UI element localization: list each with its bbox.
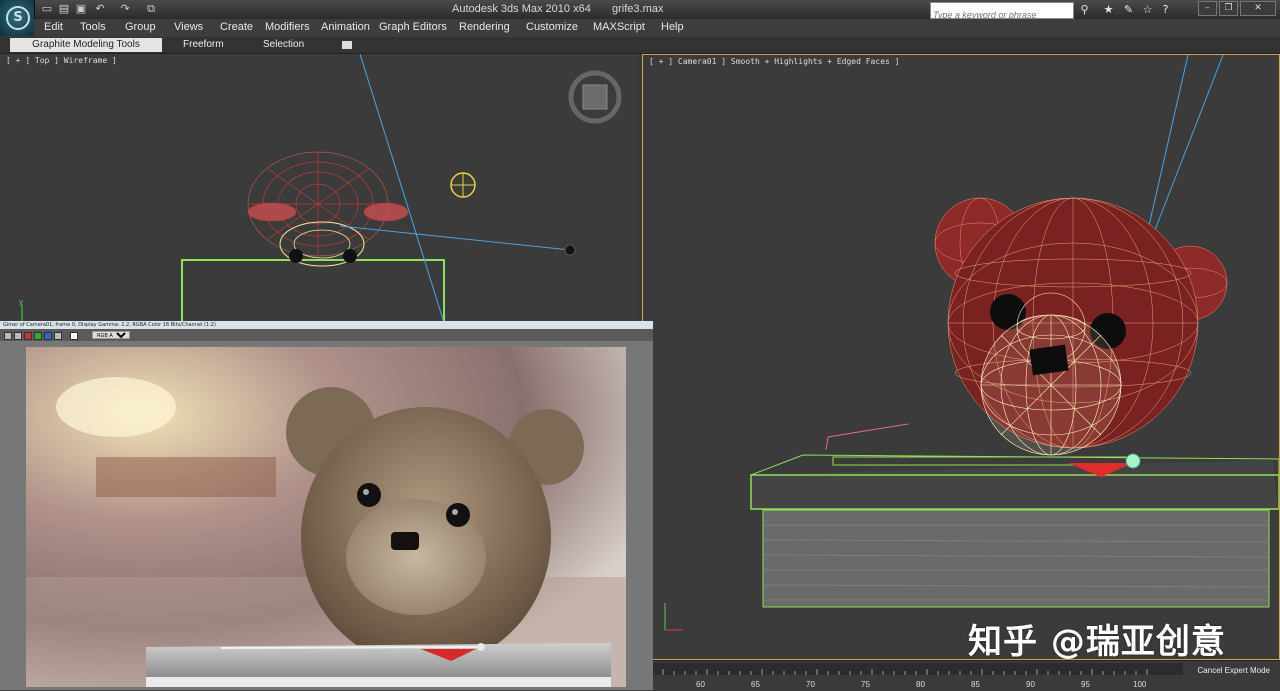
timeline-tick: 75 [861,680,870,689]
bear-nose [1029,344,1069,376]
search-box[interactable] [930,2,1074,23]
blue-channel-icon[interactable] [44,332,52,340]
timeline-tick: 95 [1081,680,1090,689]
timeline-ruler [653,663,1183,675]
light-icon [450,172,476,198]
copy-image-icon[interactable] [14,332,22,340]
undo-icon[interactable]: ↶ [93,2,107,16]
rendered-frame-window[interactable]: Gimer of Camera01, frame 0, Display Gamm… [0,321,653,690]
viewport-camera-label[interactable]: [ + ] Camera01 ] Smooth + Highlights + E… [649,57,899,66]
timeline-tick: 60 [696,680,705,689]
menu-modifiers[interactable]: Modifiers [265,21,310,33]
rendered-image [26,347,626,687]
viewcube-icon [568,70,622,124]
menu-rendering[interactable]: Rendering [459,21,510,33]
green-channel-icon[interactable] [34,332,42,340]
menu-customize[interactable]: Customize [526,21,578,33]
menu-group[interactable]: Group [125,21,156,33]
frame-window-title: Gimer of Camera01, frame 0, Display Gamm… [0,321,653,329]
watermark: 知乎 @瑞亚创意 [968,622,1226,662]
restore-button[interactable]: ❐ [1219,1,1238,16]
tab-selection[interactable]: Selection [263,38,304,52]
timeline-tick: 70 [806,680,815,689]
help-icon[interactable]: ? [1158,2,1173,17]
red-channel-icon[interactable] [24,332,32,340]
tab-freeform[interactable]: Freeform [183,38,224,52]
clear-icon[interactable] [70,332,78,340]
menu-animation[interactable]: Animation [321,21,370,33]
display-channel-select[interactable]: RGB Alpha [92,331,130,339]
title-bar: S ▭ ▤ ▣ ↶ ↷ ⧉ Autodesk 3ds Max 2010 x64 … [0,0,1280,36]
menu-edit[interactable]: Edit [44,21,63,33]
menu-views[interactable]: Views [174,21,203,33]
minimize-button[interactable]: – [1198,1,1217,16]
open-icon[interactable]: ▤ [57,2,71,16]
bear-wire-top [247,151,409,257]
camera-scene [664,55,1279,631]
close-button[interactable]: ✕ [1240,1,1276,16]
camera-target-icon [564,244,576,256]
save-image-icon[interactable] [4,332,12,340]
redo-icon[interactable]: ↷ [118,2,132,16]
menu-create[interactable]: Create [220,21,253,33]
new-icon[interactable]: ▭ [40,2,54,16]
svg-text:y: y [19,298,23,306]
menu-bar: Edit Tools Group Views Create Modifiers … [34,19,1280,37]
wrench-icon[interactable]: ✎ [1121,2,1136,17]
menu-graph-editors[interactable]: Graph Editors [379,21,447,33]
timeline-tick: 65 [751,680,760,689]
timeline-tick: 90 [1026,680,1035,689]
window-title: Autodesk 3ds Max 2010 x64 [452,3,591,15]
save-icon[interactable]: ▣ [74,2,88,16]
timeline-tick: 100 [1133,680,1147,689]
menu-help[interactable]: Help [661,21,684,33]
tab-graphite-modeling-tools[interactable]: Graphite Modeling Tools [10,38,162,52]
timeline-tick: 80 [916,680,925,689]
ribbon-options-icon[interactable] [342,41,352,49]
viewport-top-label[interactable]: [ + ] Top ] Wireframe ] [6,56,117,65]
alpha-channel-icon[interactable] [54,332,62,340]
viewport-top[interactable]: [ + ] Top ] Wireframe ] y [0,54,638,326]
top-wireframe-scene: y [19,54,622,326]
app-menu-button[interactable]: S [0,0,35,36]
timeline-tick: 85 [971,680,980,689]
star-outline-icon[interactable]: ☆ [1140,2,1155,17]
3dsmax-logo-icon: S [6,6,30,30]
viewport-camera[interactable]: [ + ] Camera01 ] Smooth + Highlights + E… [642,54,1280,660]
timeline-slider[interactable]: 60 65 70 75 80 85 90 95 100 Cancel Exper… [653,660,1280,691]
render-bear-nose [391,532,419,550]
ribbon: Graphite Modeling Tools Freeform Selecti… [0,37,1280,54]
file-name: grife3.max [612,3,664,15]
project-folder-icon[interactable]: ⧉ [144,2,158,16]
binoculars-icon[interactable]: ⚲ [1077,2,1092,17]
menu-tools[interactable]: Tools [80,21,106,33]
frame-window-toolbar: RGB Alpha [0,329,653,341]
menu-maxscript[interactable]: MAXScript [593,21,645,33]
star-icon[interactable]: ★ [1101,2,1116,17]
cancel-expert-mode-button[interactable]: Cancel Expert Mode [1198,666,1270,675]
